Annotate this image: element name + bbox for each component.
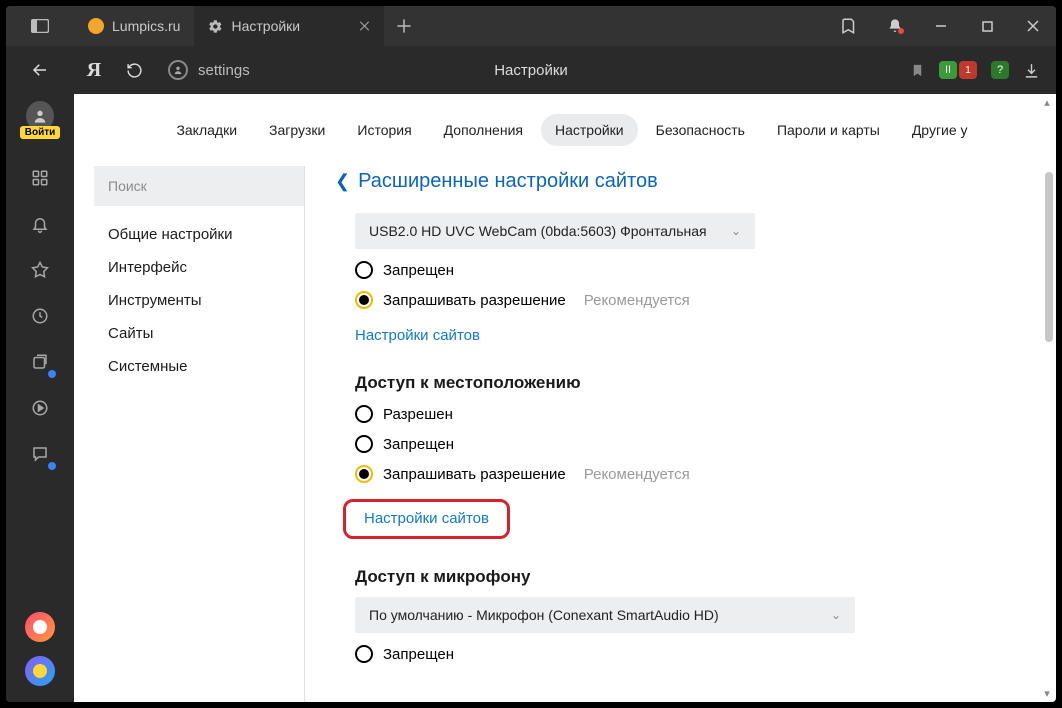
chevron-down-icon: ⌄ <box>831 608 841 622</box>
sidebar-item-system[interactable]: Системные <box>94 358 304 375</box>
page-title: Настройки <box>494 62 568 79</box>
location-sites-link[interactable]: Настройки сайтов <box>364 510 489 527</box>
radio-icon <box>355 435 373 453</box>
rail-shortcut-2[interactable] <box>25 656 55 686</box>
topnav-downloads[interactable]: Загрузки <box>255 114 339 146</box>
window-minimize[interactable] <box>918 20 964 32</box>
camera-radio-ask[interactable]: Запрашивать разрешение Рекомендуется <box>355 291 1016 309</box>
bookmark-menu-icon[interactable] <box>826 17 872 35</box>
panel-toggle[interactable] <box>6 6 74 46</box>
recommended-label: Рекомендуется <box>584 292 690 309</box>
microphone-dropdown[interactable]: По умолчанию - Микрофон (Conexant SmartA… <box>355 597 855 633</box>
sidebar-item-sites[interactable]: Сайты <box>94 325 304 342</box>
left-rail: Войти <box>6 94 74 702</box>
microphone-heading: Доступ к микрофону <box>355 567 1016 587</box>
camera-dropdown[interactable]: USB2.0 HD UVC WebCam (0bda:5603) Фронтал… <box>355 213 755 249</box>
scroll-up-arrow[interactable]: ▴ <box>1040 96 1054 109</box>
microphone-dropdown-value: По умолчанию - Микрофон (Conexant SmartA… <box>369 607 719 623</box>
favicon-lumpics <box>88 18 104 34</box>
settings-topnav: Закладки Загрузки История Дополнения Нас… <box>74 94 1056 166</box>
camera-sites-link[interactable]: Настройки сайтов <box>355 327 480 344</box>
radio-label: Запрашивать разрешение <box>383 292 566 309</box>
location-radio-allowed[interactable]: Разрешен <box>355 405 1016 423</box>
extensions-area[interactable]: II1 <box>939 61 977 79</box>
settings-content: ▴ Закладки Загрузки История Дополнения Н… <box>74 94 1056 702</box>
radio-icon <box>355 645 373 663</box>
rail-notifications[interactable] <box>26 210 54 238</box>
login-label: Войти <box>20 126 61 139</box>
rail-favorites[interactable] <box>26 256 54 284</box>
gear-icon <box>208 19 223 34</box>
topnav-other[interactable]: Другие у <box>898 114 968 146</box>
microphone-radio-denied[interactable]: Запрещен <box>355 645 1016 663</box>
settings-main: ❮ Расширенные настройки сайтов USB2.0 HD… <box>304 166 1056 702</box>
profile-button[interactable]: Войти <box>26 102 54 130</box>
camera-radio-denied[interactable]: Запрещен <box>355 261 1016 279</box>
settings-sidebar: Поиск Общие настройки Интерфейс Инструме… <box>74 166 304 702</box>
location-radio-ask[interactable]: Запрашивать разрешение Рекомендуется <box>355 465 1016 483</box>
site-info-icon[interactable] <box>168 60 188 80</box>
url-text: settings <box>198 62 250 79</box>
notification-dot <box>898 28 904 34</box>
location-radio-denied[interactable]: Запрещен <box>355 435 1016 453</box>
rail-media[interactable] <box>26 394 54 422</box>
main-scrollbar[interactable] <box>1042 166 1056 702</box>
back-button[interactable] <box>31 61 49 79</box>
chevron-left-icon: ❮ <box>335 171 350 192</box>
radio-icon-checked <box>355 465 373 483</box>
rail-shortcut-1[interactable] <box>25 612 55 642</box>
sidebar-item-tools[interactable]: Инструменты <box>94 292 304 309</box>
scroll-thumb[interactable] <box>1045 172 1053 342</box>
location-heading: Доступ к местоположению <box>355 373 1016 393</box>
tab-label: Lumpics.ru <box>112 18 180 34</box>
window-maximize[interactable] <box>964 21 1010 32</box>
radio-label: Запрещен <box>383 646 454 663</box>
sidebar-item-general[interactable]: Общие настройки <box>94 226 304 243</box>
radio-label: Разрешен <box>383 406 453 423</box>
radio-icon <box>355 405 373 423</box>
reload-button[interactable] <box>114 62 154 79</box>
bookmark-icon[interactable] <box>910 63 925 78</box>
sidebar-item-interface[interactable]: Интерфейс <box>94 259 304 276</box>
tab-label: Настройки <box>231 18 300 34</box>
tab-settings[interactable]: Настройки <box>194 6 384 46</box>
radio-icon <box>355 261 373 279</box>
topnav-bookmarks[interactable]: Закладки <box>162 114 251 146</box>
downloads-icon[interactable] <box>1023 62 1040 79</box>
rail-messenger[interactable] <box>26 440 54 468</box>
extension-help-icon[interactable]: ? <box>991 61 1009 79</box>
radio-icon-checked <box>355 291 373 309</box>
topnav-passwords[interactable]: Пароли и карты <box>763 114 894 146</box>
rail-collections[interactable] <box>26 348 54 376</box>
rail-history[interactable] <box>26 302 54 330</box>
rail-apps[interactable] <box>26 164 54 192</box>
new-tab-button[interactable] <box>384 6 424 46</box>
radio-label: Запрещен <box>383 262 454 279</box>
topnav-settings[interactable]: Настройки <box>541 114 638 146</box>
chevron-down-icon: ⌄ <box>731 224 741 238</box>
camera-dropdown-value: USB2.0 HD UVC WebCam (0bda:5603) Фронтал… <box>369 223 707 239</box>
titlebar: Lumpics.ru Настройки <box>6 6 1056 46</box>
yandex-logo[interactable]: Я <box>74 59 114 82</box>
topnav-history[interactable]: История <box>343 114 425 146</box>
section-title[interactable]: ❮ Расширенные настройки сайтов <box>335 170 1016 193</box>
recommended-label: Рекомендуется <box>584 466 690 483</box>
highlighted-sites-link: Настройки сайтов <box>343 499 510 539</box>
address-bar: Я settings Настройки II1 ? <box>6 46 1056 94</box>
scroll-down-arrow[interactable]: ▾ <box>1040 687 1054 700</box>
window-close[interactable] <box>1010 20 1056 32</box>
radio-label: Запрещен <box>383 436 454 453</box>
close-icon[interactable] <box>359 21 370 32</box>
radio-label: Запрашивать разрешение <box>383 466 566 483</box>
settings-search[interactable]: Поиск <box>94 166 304 206</box>
section-title-text: Расширенные настройки сайтов <box>358 170 658 193</box>
tab-lumpics[interactable]: Lumpics.ru <box>74 6 194 46</box>
notifications-icon[interactable] <box>872 18 918 34</box>
topnav-addons[interactable]: Дополнения <box>430 114 537 146</box>
topnav-security[interactable]: Безопасность <box>642 114 759 146</box>
